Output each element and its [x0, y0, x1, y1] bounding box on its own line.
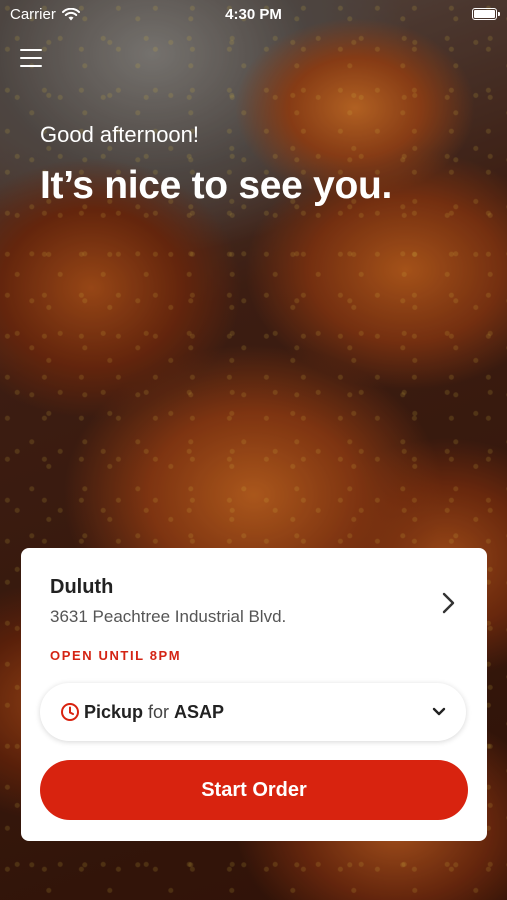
carrier-label: Carrier	[10, 5, 56, 23]
clock-icon	[61, 703, 79, 721]
carrier-group: Carrier	[10, 6, 80, 23]
open-status-badge: OPEN UNTIL 8PM	[50, 648, 182, 663]
wifi-icon	[61, 7, 80, 20]
order-connector-label: for	[148, 701, 170, 722]
chevron-right-icon[interactable]	[437, 590, 459, 616]
status-bar: Carrier 4:30 PM	[0, 0, 507, 28]
location-card: Duluth 3631 Peachtree Industrial Blvd. O…	[21, 548, 487, 841]
order-timing-label: ASAP	[174, 701, 225, 722]
location-address: 3631 Peachtree Industrial Blvd.	[50, 607, 287, 626]
location-name: Duluth	[50, 576, 114, 598]
page-title: It’s nice to see you.	[40, 164, 393, 207]
battery-icon	[472, 8, 500, 20]
start-order-button[interactable]: Start Order	[40, 760, 468, 820]
chevron-down-icon	[432, 707, 446, 716]
order-mode-label: Pickup	[84, 701, 144, 722]
order-type-selector[interactable]: Pickup for ASAP	[40, 683, 466, 741]
greeting-text: Good afternoon!	[40, 122, 200, 147]
menu-icon[interactable]	[20, 49, 42, 67]
